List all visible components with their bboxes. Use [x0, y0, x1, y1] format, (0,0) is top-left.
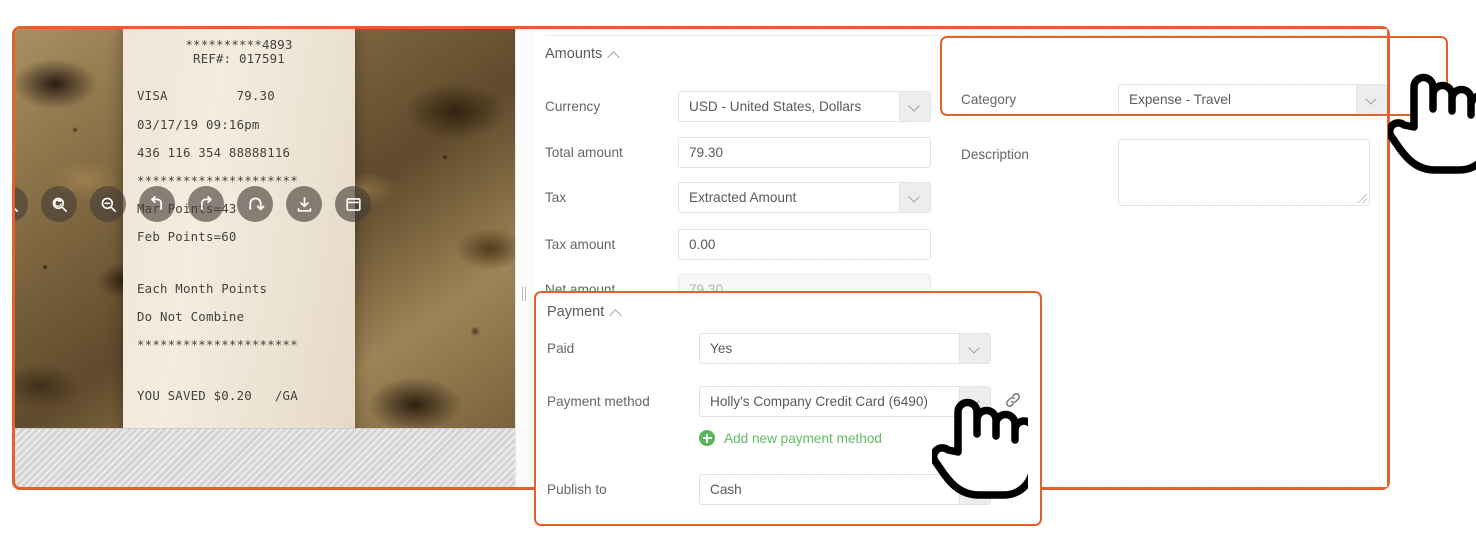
add-new-payment-method-label: Add new payment method — [724, 430, 882, 446]
app-root: **********4893 REF#: 017591 VISA 79.30 0… — [0, 0, 1476, 540]
form-top-divider — [545, 35, 1387, 36]
category-select[interactable]: Expense - Travel — [1118, 84, 1387, 115]
publish-to-label: Publish to — [547, 482, 607, 497]
download-icon[interactable] — [286, 186, 322, 222]
currency-label: Currency — [545, 99, 601, 114]
payment-method-row: Payment method Holly's Company Credit Ca… — [547, 386, 991, 417]
tax-amount-input[interactable]: 0.00 — [678, 229, 931, 260]
tax-label: Tax — [545, 190, 567, 205]
publish-to-value: Cash — [710, 482, 742, 497]
total-amount-label: Total amount — [545, 145, 623, 160]
chevron-down-icon[interactable] — [959, 387, 990, 416]
paid-value: Yes — [710, 341, 733, 356]
add-new-payment-method-button[interactable]: Add new payment method — [699, 430, 882, 446]
image-viewer-toolbar — [15, 186, 371, 222]
rotate-right-icon[interactable] — [188, 186, 224, 222]
publish-to-row: Publish to Cash — [547, 474, 991, 505]
payment-method-value: Holly's Company Credit Card (6490) — [710, 394, 928, 409]
amounts-section-header[interactable]: Amounts — [545, 46, 620, 62]
chevron-down-icon[interactable] — [899, 183, 930, 212]
description-textarea[interactable] — [1118, 139, 1370, 206]
plus-circle-icon — [699, 430, 715, 446]
splitter-grip-icon — [522, 287, 527, 301]
payment-section-title: Payment — [547, 304, 605, 320]
panel-splitter[interactable] — [515, 29, 534, 487]
currency-select[interactable]: USD - United States, Dollars — [678, 91, 931, 122]
payment-section-panel: Payment Paid Yes Payment method Holly's … — [534, 291, 1042, 526]
total-amount-row: Total amount 79.30 — [545, 137, 931, 168]
receipt-paper: **********4893 REF#: 017591 VISA 79.30 0… — [123, 29, 355, 487]
chevron-down-icon[interactable] — [1356, 85, 1387, 114]
publish-to-select[interactable]: Cash — [699, 474, 991, 505]
receipt-text: **********4893 REF#: 017591 VISA 79.30 0… — [137, 37, 308, 487]
payment-method-label: Payment method — [547, 394, 650, 409]
tax-row: Tax Extracted Amount — [545, 182, 931, 213]
currency-value: USD - United States, Dollars — [689, 99, 862, 114]
currency-row: Currency USD - United States, Dollars — [545, 91, 931, 122]
chevron-up-icon — [611, 308, 622, 319]
zoom-reset-icon[interactable] — [41, 186, 77, 222]
tax-amount-row: Tax amount 0.00 — [545, 229, 931, 260]
open-window-icon[interactable] — [335, 186, 371, 222]
payment-method-select[interactable]: Holly's Company Credit Card (6490) — [699, 386, 991, 417]
category-label: Category — [961, 92, 1017, 107]
description-row: Description — [961, 139, 1370, 206]
description-label: Description — [961, 147, 1029, 162]
tax-select[interactable]: Extracted Amount — [678, 182, 931, 213]
mouse-cursor-category — [1385, 65, 1476, 181]
paid-label: Paid — [547, 341, 575, 356]
chevron-down-icon[interactable] — [959, 475, 990, 504]
viewer-empty-area — [15, 428, 515, 487]
flip-icon[interactable] — [237, 186, 273, 222]
link-icon[interactable] — [1003, 390, 1023, 410]
chevron-down-icon[interactable] — [899, 92, 930, 121]
chevron-up-icon — [609, 50, 620, 61]
rotate-left-icon[interactable] — [139, 186, 175, 222]
category-row: Category Expense - Travel — [961, 84, 1387, 115]
zoom-out-icon[interactable] — [90, 186, 126, 222]
tax-value: Extracted Amount — [689, 190, 797, 205]
amounts-section-title: Amounts — [545, 46, 603, 62]
zoom-in-icon[interactable] — [15, 186, 28, 222]
chevron-down-icon[interactable] — [959, 334, 990, 363]
category-value: Expense - Travel — [1129, 92, 1231, 107]
total-amount-input[interactable]: 79.30 — [678, 137, 931, 168]
paid-row: Paid Yes — [547, 333, 991, 364]
payment-section-header[interactable]: Payment — [547, 304, 622, 320]
receipt-image-viewer[interactable]: **********4893 REF#: 017591 VISA 79.30 0… — [15, 29, 515, 487]
tax-amount-label: Tax amount — [545, 237, 616, 252]
paid-select[interactable]: Yes — [699, 333, 991, 364]
